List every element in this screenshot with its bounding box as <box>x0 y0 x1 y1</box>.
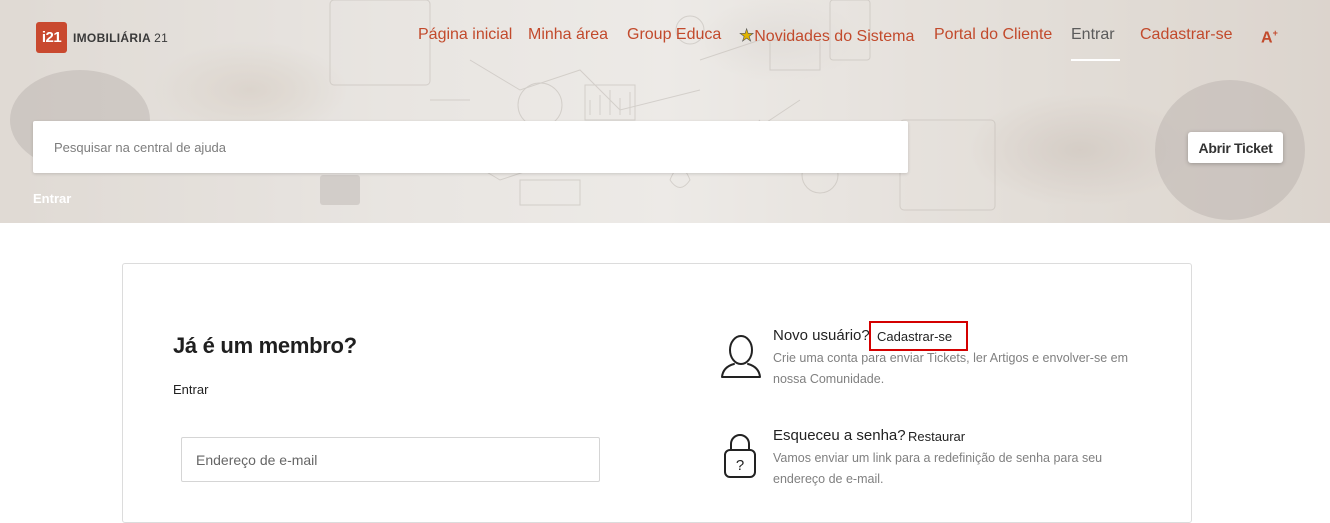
nav-item-entrar[interactable]: Entrar <box>1071 26 1115 44</box>
active-nav-underline <box>1071 59 1120 61</box>
nav-item-novidades[interactable]: ★Novidades do Sistema <box>739 26 915 46</box>
forgot-title: Esqueceu a senha? <box>773 427 906 444</box>
nav-item-group-educa[interactable]: Group Educa <box>627 26 721 44</box>
font-size-icon: A <box>1261 29 1273 47</box>
new-user-description: Crie uma conta para enviar Tickets, ler … <box>773 351 1129 386</box>
svg-text:?: ? <box>736 457 744 474</box>
nav-item-pagina-inicial[interactable]: Página inicial <box>418 26 512 44</box>
login-subtitle: Entrar <box>173 382 209 397</box>
nav-item-portal-cliente[interactable]: Portal do Cliente <box>934 26 1052 44</box>
search-bar <box>33 121 908 173</box>
forgot-description: Vamos enviar um link para a redefinição … <box>773 451 1103 486</box>
hero-banner: i21 IMOBILIÁRIA 21 Página inicial Minha … <box>0 0 1330 223</box>
email-field[interactable] <box>194 450 599 469</box>
logo-text: IMOBILIÁRIA 21 <box>73 31 168 45</box>
logo[interactable]: i21 IMOBILIÁRIA 21 <box>36 22 168 53</box>
font-size-plus: + <box>1272 28 1278 38</box>
nav-item-minha-area[interactable]: Minha área <box>528 26 608 44</box>
new-user-heading: Novo usuário? <box>773 327 870 344</box>
breadcrumb[interactable]: Entrar <box>33 191 71 206</box>
lock-icon: ? <box>724 434 756 478</box>
nav-item-cadastrar[interactable]: Cadastrar-se <box>1140 26 1232 44</box>
nav-item-novidades-label: Novidades do Sistema <box>754 28 915 45</box>
user-icon <box>721 335 761 378</box>
logo-name: IMOBILIÁRIA <box>73 30 151 45</box>
open-ticket-button[interactable]: Abrir Ticket <box>1188 132 1283 163</box>
font-size-toggle[interactable]: A+ <box>1261 28 1278 47</box>
logo-number: 21 <box>154 30 169 45</box>
email-field-wrapper <box>181 437 600 482</box>
new-user-title: Novo usuário? <box>773 327 870 344</box>
logo-mark: i21 <box>36 22 67 53</box>
forgot-heading: Esqueceu a senha? <box>773 427 906 444</box>
login-title: Já é um membro? <box>173 333 357 358</box>
star-icon: ★ <box>739 26 755 46</box>
signup-link-highlight <box>869 321 968 351</box>
search-input[interactable] <box>52 138 908 156</box>
restore-link[interactable]: Restaurar <box>908 429 965 444</box>
